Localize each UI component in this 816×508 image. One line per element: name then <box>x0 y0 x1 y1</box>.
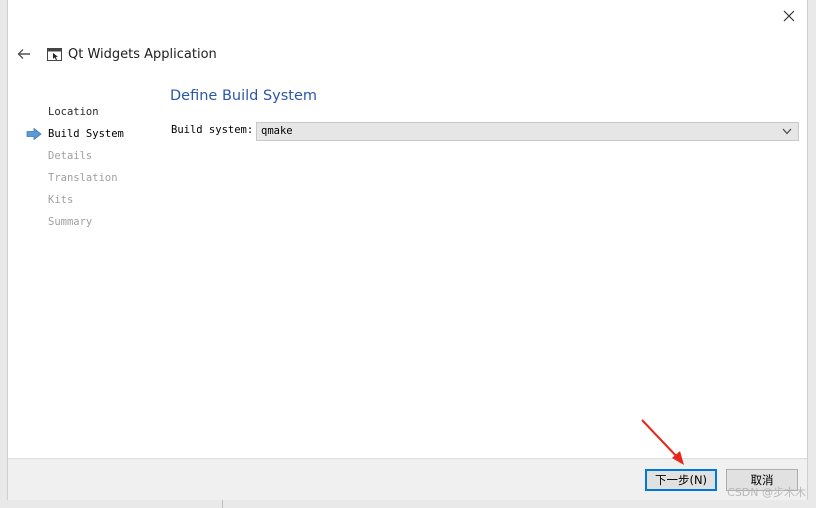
wizard-steps: Location Build System Details Translatio… <box>8 101 158 233</box>
step-label: Details <box>48 150 93 162</box>
step-summary: Summary <box>8 211 158 233</box>
build-system-label: Build system: <box>171 124 254 136</box>
step-label: Kits <box>48 194 74 206</box>
step-label: Build System <box>48 128 124 140</box>
chevron-down-icon <box>782 128 792 135</box>
divider <box>222 500 223 508</box>
next-button[interactable]: 下一步(N) <box>645 469 717 491</box>
build-system-select[interactable]: qmake <box>256 122 799 141</box>
close-button[interactable] <box>777 4 801 28</box>
wizard-window: Qt Widgets Application Location Build Sy… <box>7 0 808 500</box>
step-kits: Kits <box>8 189 158 211</box>
wizard-header: Qt Widgets Application <box>16 44 217 64</box>
step-translation: Translation <box>8 167 158 189</box>
back-arrow-icon <box>17 49 30 59</box>
wizard-title: Qt Widgets Application <box>68 46 217 62</box>
close-icon <box>783 10 795 22</box>
qt-widgets-app-icon <box>46 46 62 62</box>
step-label: Location <box>48 106 99 118</box>
back-button[interactable] <box>16 46 32 62</box>
step-details: Details <box>8 145 158 167</box>
step-location: Location <box>8 101 158 123</box>
step-label: Translation <box>48 172 118 184</box>
build-system-value: qmake <box>261 125 293 137</box>
step-label: Summary <box>48 216 93 228</box>
page-title: Define Build System <box>170 88 318 104</box>
step-build-system: Build System <box>8 123 158 145</box>
watermark: CSDN @步木木 <box>727 486 806 499</box>
wizard-footer: 下一步(N) 取消 <box>8 458 807 500</box>
current-step-arrow-icon <box>26 128 42 140</box>
bottom-strip <box>0 500 816 508</box>
